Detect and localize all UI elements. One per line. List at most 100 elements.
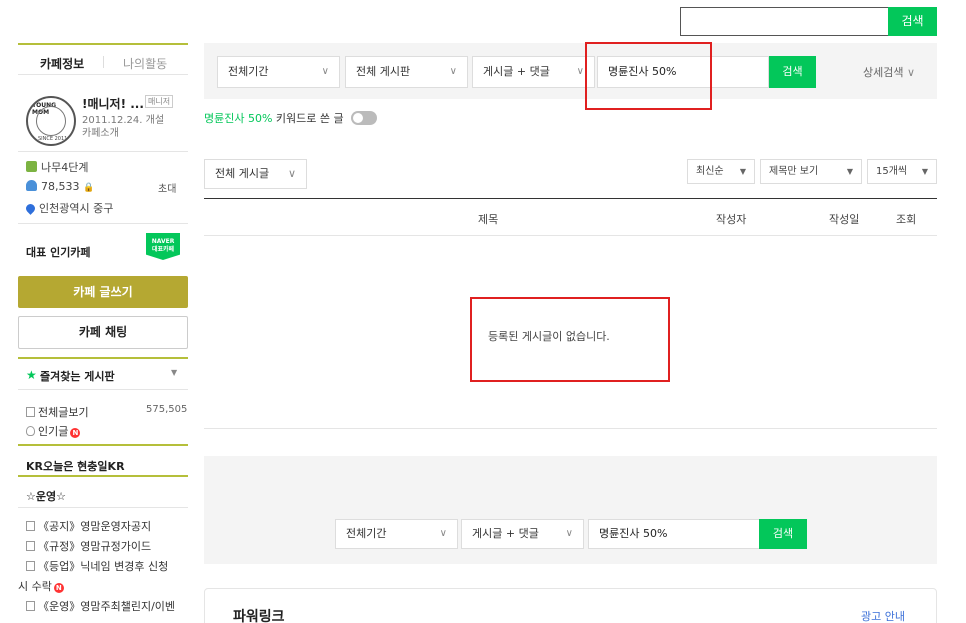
cafe-name[interactable]: !매니저! ... (82, 95, 144, 112)
chevron-down-icon: ∨ (906, 66, 916, 79)
lock-icon: 🔒 (83, 183, 95, 193)
article-board-value: 전체 게시글 (215, 167, 270, 180)
period-select[interactable]: 전체기간 ∨ (217, 56, 340, 88)
cafe-level-text: 나무4단계 (41, 161, 89, 174)
cafe-level[interactable]: 나무4단계 (26, 159, 88, 175)
detail-search-label: 상세검색 (863, 66, 904, 79)
sort-select[interactable]: 최신순 ▼ (687, 159, 755, 184)
powerlink-box: 파워링크 광고 안내 (204, 588, 937, 623)
members-icon (26, 180, 37, 191)
divider (18, 223, 188, 224)
divider (18, 151, 188, 152)
tab-my-activity[interactable]: 나의활동 (123, 55, 167, 72)
bottom-period-value: 전체기간 (346, 527, 387, 540)
board-value: 전체 게시판 (356, 65, 411, 78)
bottom-keyword-input[interactable]: 명륜진사 50% (588, 519, 760, 549)
view-mode-select[interactable]: 제목만 보기 ▼ (760, 159, 862, 184)
board-icon (26, 541, 35, 551)
table-header-border (204, 198, 937, 199)
caret-down-icon: ▼ (739, 167, 746, 176)
chevron-down-icon: ∨ (439, 528, 447, 539)
period-value: 전체기간 (228, 65, 269, 78)
member-count: 78,533 (41, 180, 80, 193)
invite-link[interactable]: 초대 (158, 180, 176, 195)
menu-all-posts[interactable]: 전체글보기 (26, 404, 89, 420)
bottom-period-select[interactable]: 전체기간 ∨ (335, 519, 458, 549)
keyword-posts-toggle[interactable] (351, 111, 378, 125)
menu-board-notice[interactable]: 《공지》영맘운영자공지 (26, 518, 151, 534)
naver-badge-line2: 대표카페 (151, 246, 175, 253)
table-row-divider (204, 428, 937, 429)
sort-value: 최신순 (696, 166, 724, 177)
caret-down-icon: ▼ (921, 167, 928, 176)
menu-board-levelup[interactable]: 《등업》닉네임 변경후 신청 (26, 558, 168, 574)
menu-popular-label: 인기글 (38, 425, 69, 438)
tree-icon (26, 161, 37, 172)
view-mode-value: 제목만 보기 (769, 166, 819, 177)
board-icon (26, 561, 35, 571)
chevron-down-icon: ∨ (565, 528, 573, 539)
favorite-boards-header[interactable]: ★ 즐겨찾는 게시판 ▼ (18, 357, 188, 390)
cafe-chat-button[interactable]: 카페 채팅 (18, 316, 188, 349)
scope-select[interactable]: 게시글 + 댓글 ∨ (472, 56, 595, 88)
board-icon (26, 407, 35, 417)
table-row-divider (204, 235, 937, 236)
divider (18, 444, 188, 446)
per-page-select[interactable]: 15개씩 ▼ (867, 159, 937, 184)
today-label: KR오늘은 현충일KR (26, 460, 125, 473)
menu-board-label: 《공지》영맘운영자공지 (38, 520, 152, 533)
tab-cafe-info[interactable]: 카페정보 (40, 55, 84, 72)
divider (18, 475, 188, 477)
cafe-location-text: 인천광역시 중구 (39, 202, 114, 215)
cafe-location: 인천광역시 중구 (24, 200, 114, 216)
column-author: 작성자 (716, 213, 747, 226)
chevron-down-icon: ∨ (449, 66, 457, 77)
representative-cafe-label: 대표 인기카페 (26, 246, 91, 259)
top-search-button[interactable]: 검색 (888, 7, 937, 36)
menu-board-rules[interactable]: 《규정》영맘규정가이드 (26, 538, 151, 554)
favorite-boards-label: 즐겨찾는 게시판 (40, 370, 115, 383)
chevron-down-icon: ∨ (287, 167, 296, 180)
cafe-members[interactable]: 78,533 🔒 (26, 180, 94, 193)
board-icon (26, 601, 35, 611)
article-board-select[interactable]: 전체 게시글 ∨ (204, 159, 307, 189)
sidebar-tabs: 카페정보 나의활동 (18, 43, 188, 75)
detail-search-toggle[interactable]: 상세검색 ∨ (863, 64, 915, 80)
powerlink-title: 파워링크 (233, 609, 285, 623)
caret-down-icon: ▼ (846, 167, 853, 176)
cafe-logo[interactable]: YOUNG MOM SINCE 2011 (26, 96, 76, 146)
menu-board-levelup-cont[interactable]: 시 수락 N (18, 578, 64, 594)
column-views: 조회 (896, 213, 917, 226)
all-posts-count: 575,505 (146, 404, 188, 415)
cafe-write-button[interactable]: 카페 글쓰기 (18, 276, 188, 308)
naver-representative-badge[interactable]: NAVER 대표카페 (146, 233, 180, 260)
keyword-posts-toggle-row: 명륜진사 50% 키워드로 쓴 글 (204, 110, 378, 126)
column-title: 제목 (478, 213, 499, 226)
menu-board-challenge[interactable]: 《운영》영맘주최챌린지/이벤 (26, 598, 175, 614)
scope-value: 게시글 + 댓글 (483, 65, 550, 78)
menu-popular[interactable]: 인기글 N (26, 423, 81, 439)
cafe-intro-link[interactable]: 카페소개 (82, 124, 119, 139)
search-button[interactable]: 검색 (769, 56, 816, 88)
bottom-search-button[interactable]: 검색 (759, 519, 807, 549)
board-select[interactable]: 전체 게시판 ∨ (345, 56, 468, 88)
menu-board-label: 《규정》영맘규정가이드 (38, 540, 152, 553)
toggle-knob (353, 113, 364, 123)
menu-board-label: 시 수락 (18, 580, 52, 593)
divider (18, 507, 188, 508)
popular-icon (26, 426, 35, 436)
keyword-search-input[interactable]: 명륜진사 50% (597, 56, 769, 88)
column-date: 작성일 (829, 213, 860, 226)
star-icon: ★ (26, 368, 37, 382)
chevron-down-icon: ∨ (321, 66, 329, 77)
board-icon (26, 521, 35, 531)
manager-badge: 매니저 (145, 95, 174, 108)
menu-board-label: 《등업》닉네임 변경후 신청 (38, 560, 169, 573)
location-pin-icon (24, 202, 37, 215)
bottom-scope-select[interactable]: 게시글 + 댓글 ∨ (461, 519, 584, 549)
logo-ring (36, 106, 66, 136)
ad-info-link[interactable]: 광고 안내 (861, 608, 905, 623)
empty-list-message: 등록된 게시글이 없습니다. (488, 330, 610, 343)
top-search-input[interactable] (680, 7, 889, 36)
bottom-search-bar: 전체기간 ∨ 게시글 + 댓글 ∨ 명륜진사 50% 검색 (204, 456, 937, 564)
